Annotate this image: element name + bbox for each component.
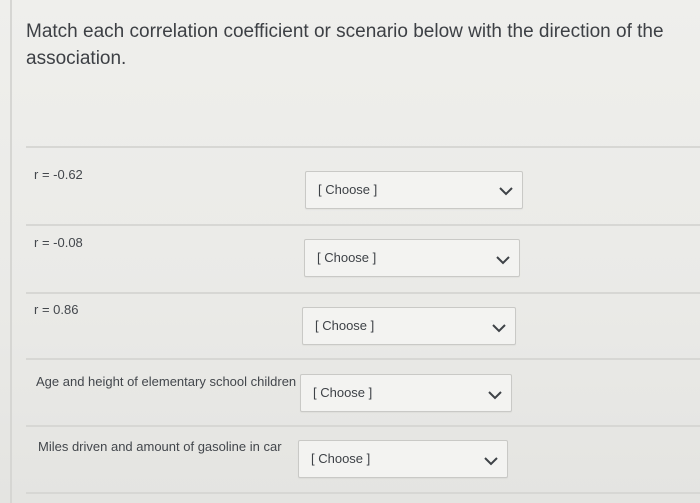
divider — [26, 425, 700, 427]
divider — [26, 492, 700, 494]
dropdown-selected-value: [ Choose ] — [311, 451, 371, 466]
divider — [26, 224, 700, 226]
dropdown-selected-value: [ Choose ] — [317, 250, 377, 265]
chevron-down-icon — [488, 391, 502, 400]
dropdown-selected-value: [ Choose ] — [318, 182, 378, 197]
answer-dropdown-3[interactable]: [ Choose ] — [302, 307, 516, 345]
question-prompt: Match each correlation coefficient or sc… — [26, 21, 664, 69]
card-left-border — [10, 0, 12, 503]
divider — [26, 358, 700, 360]
item-label: r = -0.08 — [34, 235, 83, 250]
item-label: Miles driven and amount of gasoline in c… — [38, 439, 282, 454]
chevron-down-icon — [492, 324, 506, 333]
chevron-down-icon — [484, 457, 498, 466]
question-card: Match each correlation coefficient or sc… — [0, 0, 700, 503]
divider — [26, 146, 700, 148]
chevron-down-icon — [499, 187, 513, 196]
divider — [26, 292, 700, 294]
dropdown-selected-value: [ Choose ] — [315, 318, 375, 333]
dropdown-selected-value: [ Choose ] — [313, 385, 373, 400]
answer-dropdown-5[interactable]: [ Choose ] — [298, 440, 508, 478]
answer-dropdown-1[interactable]: [ Choose ] — [305, 171, 523, 209]
item-label: r = 0.86 — [34, 302, 79, 317]
answer-dropdown-4[interactable]: [ Choose ] — [300, 374, 512, 412]
chevron-down-icon — [496, 256, 510, 265]
item-label: r = -0.62 — [34, 167, 83, 182]
item-label: Age and height of elementary school chil… — [36, 374, 297, 389]
answer-dropdown-2[interactable]: [ Choose ] — [304, 239, 520, 277]
